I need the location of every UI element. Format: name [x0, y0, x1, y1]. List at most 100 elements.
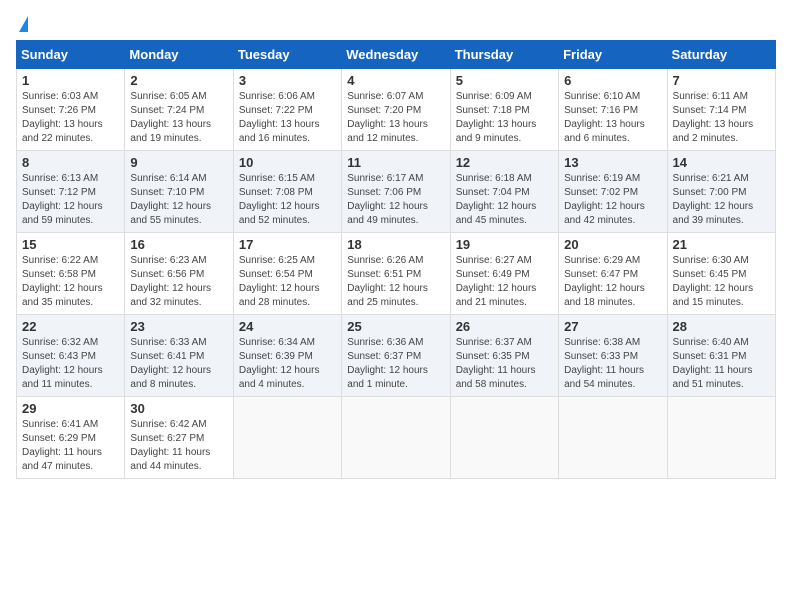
calendar-cell: 21 Sunrise: 6:30 AM Sunset: 6:45 PM Dayli… — [667, 233, 775, 315]
day-info: Sunrise: 6:23 AM Sunset: 6:56 PM Dayligh… — [130, 254, 227, 310]
calendar-cell: 19 Sunrise: 6:27 AM Sunset: 6:49 PM Dayli… — [450, 233, 558, 315]
day-info: Sunrise: 6:36 AM Sunset: 6:37 PM Dayligh… — [347, 336, 444, 392]
day-info: Sunrise: 6:27 AM Sunset: 6:49 PM Dayligh… — [456, 254, 553, 310]
calendar-header-saturday: Saturday — [667, 41, 775, 69]
logo — [16, 16, 28, 32]
calendar-week-3: 15 Sunrise: 6:22 AM Sunset: 6:58 PM Dayli… — [17, 233, 776, 315]
day-number: 18 — [347, 237, 444, 252]
day-info: Sunrise: 6:09 AM Sunset: 7:18 PM Dayligh… — [456, 90, 553, 146]
calendar-cell: 6 Sunrise: 6:10 AM Sunset: 7:16 PM Daylig… — [559, 69, 667, 151]
calendar-cell: 2 Sunrise: 6:05 AM Sunset: 7:24 PM Daylig… — [125, 69, 233, 151]
day-info: Sunrise: 6:25 AM Sunset: 6:54 PM Dayligh… — [239, 254, 336, 310]
day-number: 11 — [347, 155, 444, 170]
day-number: 9 — [130, 155, 227, 170]
calendar-cell: 28 Sunrise: 6:40 AM Sunset: 6:31 PM Dayli… — [667, 315, 775, 397]
day-number: 8 — [22, 155, 119, 170]
day-number: 6 — [564, 73, 661, 88]
calendar-cell: 18 Sunrise: 6:26 AM Sunset: 6:51 PM Dayli… — [342, 233, 450, 315]
calendar-cell: 25 Sunrise: 6:36 AM Sunset: 6:37 PM Dayli… — [342, 315, 450, 397]
day-number: 15 — [22, 237, 119, 252]
calendar-header-friday: Friday — [559, 41, 667, 69]
day-number: 10 — [239, 155, 336, 170]
calendar-cell: 7Sunrise: 6:11 AM Sunset: 7:14 PM Daylig… — [667, 69, 775, 151]
calendar-week-5: 29 Sunrise: 6:41 AM Sunset: 6:29 PM Dayli… — [17, 397, 776, 479]
calendar-table: SundayMondayTuesdayWednesdayThursdayFrid… — [16, 40, 776, 479]
day-info: Sunrise: 6:15 AM Sunset: 7:08 PM Dayligh… — [239, 172, 336, 228]
calendar-week-1: 1 Sunrise: 6:03 AM Sunset: 7:26 PM Daylig… — [17, 69, 776, 151]
day-number: 3 — [239, 73, 336, 88]
day-number: 5 — [456, 73, 553, 88]
day-info: Sunrise: 6:29 AM Sunset: 6:47 PM Dayligh… — [564, 254, 661, 310]
day-number: 12 — [456, 155, 553, 170]
calendar-week-2: 8 Sunrise: 6:13 AM Sunset: 7:12 PM Daylig… — [17, 151, 776, 233]
calendar-week-4: 22 Sunrise: 6:32 AM Sunset: 6:43 PM Dayli… — [17, 315, 776, 397]
calendar-cell — [667, 397, 775, 479]
day-number: 28 — [673, 319, 770, 334]
calendar-header-thursday: Thursday — [450, 41, 558, 69]
day-number: 21 — [673, 237, 770, 252]
page-header — [16, 16, 776, 32]
calendar-cell: 30Sunrise: 6:42 AM Sunset: 6:27 PM Dayli… — [125, 397, 233, 479]
logo-triangle-icon — [19, 16, 28, 32]
day-number: 25 — [347, 319, 444, 334]
calendar-cell: 22 Sunrise: 6:32 AM Sunset: 6:43 PM Dayli… — [17, 315, 125, 397]
day-info: Sunrise: 6:10 AM Sunset: 7:16 PM Dayligh… — [564, 90, 661, 146]
day-number: 29 — [22, 401, 119, 416]
day-number: 14 — [673, 155, 770, 170]
calendar-cell: 27Sunrise: 6:38 AM Sunset: 6:33 PM Dayli… — [559, 315, 667, 397]
calendar-cell: 16 Sunrise: 6:23 AM Sunset: 6:56 PM Dayli… — [125, 233, 233, 315]
day-info: Sunrise: 6:17 AM Sunset: 7:06 PM Dayligh… — [347, 172, 444, 228]
day-info: Sunrise: 6:34 AM Sunset: 6:39 PM Dayligh… — [239, 336, 336, 392]
day-info: Sunrise: 6:22 AM Sunset: 6:58 PM Dayligh… — [22, 254, 119, 310]
calendar-cell: 4Sunrise: 6:07 AM Sunset: 7:20 PM Daylig… — [342, 69, 450, 151]
day-info: Sunrise: 6:05 AM Sunset: 7:24 PM Dayligh… — [130, 90, 227, 146]
day-number: 16 — [130, 237, 227, 252]
calendar-cell: 10 Sunrise: 6:15 AM Sunset: 7:08 PM Dayli… — [233, 151, 341, 233]
calendar-cell — [450, 397, 558, 479]
calendar-cell: 8 Sunrise: 6:13 AM Sunset: 7:12 PM Daylig… — [17, 151, 125, 233]
calendar-cell: 26Sunrise: 6:37 AM Sunset: 6:35 PM Dayli… — [450, 315, 558, 397]
day-number: 2 — [130, 73, 227, 88]
day-info: Sunrise: 6:32 AM Sunset: 6:43 PM Dayligh… — [22, 336, 119, 392]
calendar-cell: 11 Sunrise: 6:17 AM Sunset: 7:06 PM Dayli… — [342, 151, 450, 233]
calendar-header-tuesday: Tuesday — [233, 41, 341, 69]
day-info: Sunrise: 6:42 AM Sunset: 6:27 PM Dayligh… — [130, 418, 227, 474]
calendar-cell — [559, 397, 667, 479]
day-info: Sunrise: 6:21 AM Sunset: 7:00 PM Dayligh… — [673, 172, 770, 228]
calendar-cell: 3 Sunrise: 6:06 AM Sunset: 7:22 PM Daylig… — [233, 69, 341, 151]
day-info: Sunrise: 6:06 AM Sunset: 7:22 PM Dayligh… — [239, 90, 336, 146]
calendar-header-monday: Monday — [125, 41, 233, 69]
day-number: 20 — [564, 237, 661, 252]
day-number: 19 — [456, 237, 553, 252]
calendar-header-wednesday: Wednesday — [342, 41, 450, 69]
day-info: Sunrise: 6:18 AM Sunset: 7:04 PM Dayligh… — [456, 172, 553, 228]
day-info: Sunrise: 6:07 AM Sunset: 7:20 PM Dayligh… — [347, 90, 444, 146]
day-info: Sunrise: 6:38 AM Sunset: 6:33 PM Dayligh… — [564, 336, 661, 392]
day-info: Sunrise: 6:30 AM Sunset: 6:45 PM Dayligh… — [673, 254, 770, 310]
day-number: 26 — [456, 319, 553, 334]
day-info: Sunrise: 6:14 AM Sunset: 7:10 PM Dayligh… — [130, 172, 227, 228]
calendar-cell: 9 Sunrise: 6:14 AM Sunset: 7:10 PM Daylig… — [125, 151, 233, 233]
day-info: Sunrise: 6:33 AM Sunset: 6:41 PM Dayligh… — [130, 336, 227, 392]
calendar-cell: 29 Sunrise: 6:41 AM Sunset: 6:29 PM Dayli… — [17, 397, 125, 479]
calendar-cell: 13 Sunrise: 6:19 AM Sunset: 7:02 PM Dayli… — [559, 151, 667, 233]
calendar-cell: 23Sunrise: 6:33 AM Sunset: 6:41 PM Dayli… — [125, 315, 233, 397]
calendar-header-row: SundayMondayTuesdayWednesdayThursdayFrid… — [17, 41, 776, 69]
day-number: 17 — [239, 237, 336, 252]
day-info: Sunrise: 6:11 AM Sunset: 7:14 PM Dayligh… — [673, 90, 770, 146]
calendar-cell: 5 Sunrise: 6:09 AM Sunset: 7:18 PM Daylig… — [450, 69, 558, 151]
calendar-cell — [342, 397, 450, 479]
calendar-cell: 20 Sunrise: 6:29 AM Sunset: 6:47 PM Dayli… — [559, 233, 667, 315]
day-info: Sunrise: 6:03 AM Sunset: 7:26 PM Dayligh… — [22, 90, 119, 146]
calendar-cell: 1 Sunrise: 6:03 AM Sunset: 7:26 PM Daylig… — [17, 69, 125, 151]
calendar-cell — [233, 397, 341, 479]
day-info: Sunrise: 6:26 AM Sunset: 6:51 PM Dayligh… — [347, 254, 444, 310]
day-info: Sunrise: 6:40 AM Sunset: 6:31 PM Dayligh… — [673, 336, 770, 392]
day-number: 1 — [22, 73, 119, 88]
day-number: 13 — [564, 155, 661, 170]
day-info: Sunrise: 6:19 AM Sunset: 7:02 PM Dayligh… — [564, 172, 661, 228]
calendar-cell: 12 Sunrise: 6:18 AM Sunset: 7:04 PM Dayli… — [450, 151, 558, 233]
day-info: Sunrise: 6:13 AM Sunset: 7:12 PM Dayligh… — [22, 172, 119, 228]
day-number: 22 — [22, 319, 119, 334]
day-info: Sunrise: 6:41 AM Sunset: 6:29 PM Dayligh… — [22, 418, 119, 474]
